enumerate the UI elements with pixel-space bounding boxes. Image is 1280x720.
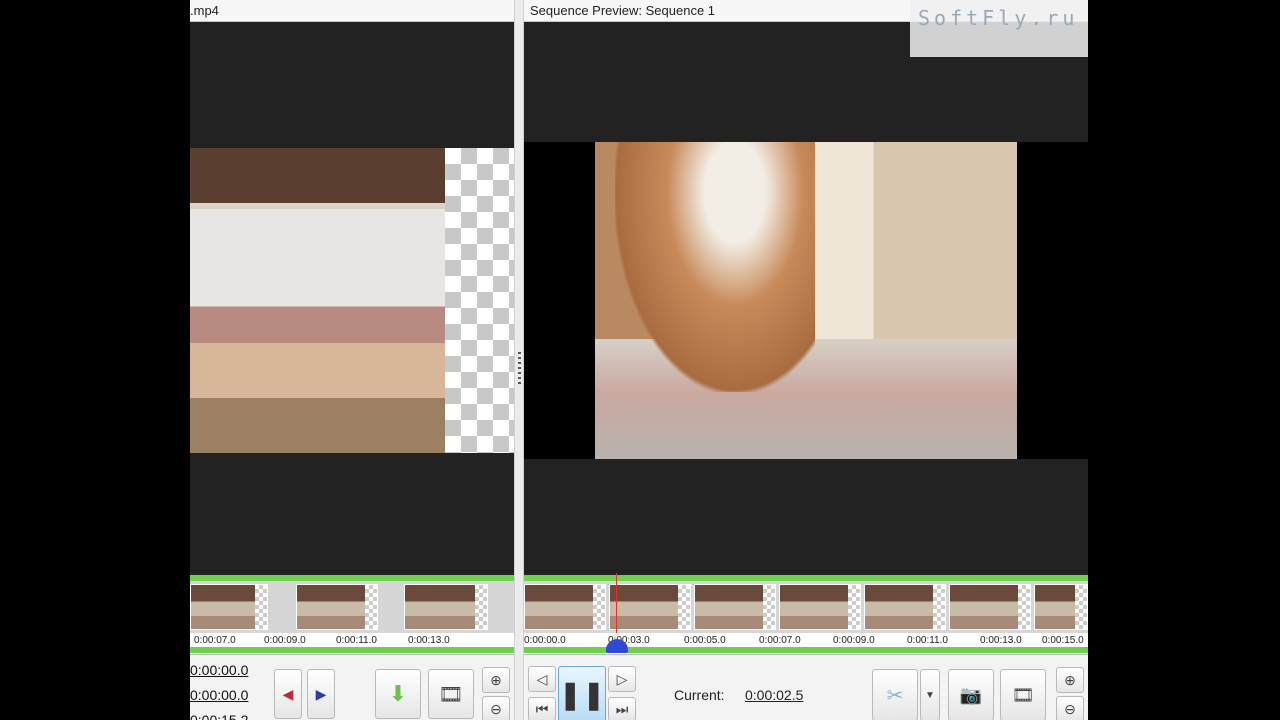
cat <box>615 142 815 392</box>
next-frame-button[interactable]: ▷ <box>608 666 636 692</box>
ruler-tick: 0:00:15.0 <box>1042 635 1084 646</box>
sequence-thumbnail <box>609 584 691 630</box>
previous-frame-button[interactable]: ◁ <box>528 666 556 692</box>
add-to-sequence-button[interactable]: ⬇ <box>375 669 421 719</box>
next-frame-icon: ▷ <box>616 670 628 687</box>
transparent-area <box>445 148 514 453</box>
sequence-time-ruler[interactable]: 0:00:00.0 0:00:03.0 0:00:05.0 0:00:07.0 … <box>524 633 1088 655</box>
ruler-tick: 0:00:07.0 <box>194 635 236 646</box>
zoom-out-icon: ⊖ <box>490 700 502 717</box>
source-video-frame <box>190 148 445 453</box>
sequence-thumbnail <box>694 584 776 630</box>
sequence-thumbnail <box>949 584 1031 630</box>
pause-button[interactable]: ❚❚ <box>558 666 606 720</box>
zoom-in-icon: ⊕ <box>490 671 502 688</box>
ruler-tick: 0:00:09.0 <box>833 635 875 646</box>
splitter-grip-icon <box>518 352 521 386</box>
source-ruler-bar <box>190 647 514 653</box>
sequence-thumbnail <box>779 584 861 630</box>
mark-out-timecode[interactable]: 0:00:00.0 <box>190 687 248 703</box>
playback-controls: ◁ ⏮ ❚❚ ▷ ⏭ Current: 0:00:02.5 ✂ ▼ 📷 🎞 ⊕ … <box>524 656 1088 720</box>
ruler-tick: 0:00:05.0 <box>684 635 726 646</box>
chevron-down-icon: ▼ <box>925 689 935 701</box>
zoom-in-button[interactable]: ⊕ <box>482 667 510 693</box>
zoom-in-icon: ⊕ <box>1064 671 1076 688</box>
source-thumbnail <box>404 584 488 630</box>
film-icon: 🎞 <box>1011 684 1035 705</box>
sequence-thumbnail <box>864 584 946 630</box>
skip-back-icon: ⏮ <box>535 700 549 717</box>
export-frame-button[interactable]: 🎞 <box>1000 669 1046 720</box>
mark-out-icon: ▶ <box>315 685 327 702</box>
go-to-end-button[interactable]: ⏭ <box>608 697 636 720</box>
current-time-label: Current: <box>674 687 725 703</box>
ruler-tick: 0:00:11.0 <box>336 635 377 646</box>
camera-icon: 📷 <box>959 684 983 705</box>
screen: .mp4 0:00:07.0 0:00:09.0 0:00:11.0 0:00:… <box>0 0 1280 720</box>
watermark: SoftFly.ru <box>910 0 1088 57</box>
pause-icon: ❚❚ <box>558 678 606 710</box>
sequence-thumbnail <box>524 584 606 630</box>
scissors-icon: ✂ <box>886 684 904 707</box>
zoom-in-button[interactable]: ⊕ <box>1056 667 1084 693</box>
current-time-value[interactable]: 0:00:02.5 <box>745 687 803 703</box>
source-preview-panel: .mp4 0:00:07.0 0:00:09.0 0:00:11.0 0:00:… <box>190 0 514 720</box>
split-button[interactable]: ✂ <box>872 669 918 720</box>
source-thumbnail-strip[interactable] <box>190 581 514 633</box>
source-time-ruler[interactable]: 0:00:07.0 0:00:09.0 0:00:11.0 0:00:13.0 <box>190 633 514 655</box>
panel-splitter[interactable] <box>514 0 524 720</box>
ruler-tick: 0:00:13.0 <box>408 635 450 646</box>
zoom-out-button[interactable]: ⊖ <box>1056 696 1084 720</box>
source-thumbnail <box>190 584 268 630</box>
sequence-preview-panel: Sequence Preview: Sequence 1 0:00:00.0 0… <box>524 0 1088 720</box>
ruler-tick: 0:00:11.0 <box>907 635 948 646</box>
sequence-thumbnail <box>1034 584 1088 630</box>
ruler-tick: 0:00:00.0 <box>524 635 566 646</box>
duration-timecode[interactable]: 0:00:15.2 <box>190 712 248 720</box>
snapshot-button[interactable]: 📷 <box>948 669 994 720</box>
ruler-tick: 0:00:07.0 <box>759 635 801 646</box>
go-to-start-button[interactable]: ⏮ <box>528 697 556 720</box>
source-controls: 0:00:00.0 0:00:00.0 0:00:15.2 ◀ ▶ ⬇ 🎞 ⊕ … <box>190 656 514 720</box>
source-thumbnail <box>296 584 378 630</box>
film-icon: 🎞 <box>438 683 464 706</box>
sequence-video-frame <box>595 142 1017 459</box>
zoom-out-icon: ⊖ <box>1064 700 1076 717</box>
ruler-tick: 0:00:13.0 <box>980 635 1022 646</box>
previous-frame-icon: ◁ <box>536 670 548 687</box>
sequence-video-area <box>524 22 1088 575</box>
source-video-area <box>190 22 514 575</box>
mark-out-button[interactable]: ▶ <box>307 669 335 719</box>
zoom-out-button[interactable]: ⊖ <box>482 696 510 720</box>
split-dropdown-button[interactable]: ▼ <box>920 669 940 720</box>
source-panel-title: .mp4 <box>190 0 514 22</box>
down-arrow-icon: ⬇ <box>388 681 408 706</box>
ruler-tick: 0:00:09.0 <box>264 635 306 646</box>
mark-in-icon: ◀ <box>282 685 294 702</box>
clip-properties-button[interactable]: 🎞 <box>428 669 474 719</box>
playhead-line[interactable] <box>616 573 617 635</box>
skip-forward-icon: ⏭ <box>615 700 629 717</box>
sequence-thumbnail-strip[interactable] <box>524 573 1088 635</box>
mark-in-timecode[interactable]: 0:00:00.0 <box>190 662 248 678</box>
mark-in-button[interactable]: ◀ <box>274 669 302 719</box>
